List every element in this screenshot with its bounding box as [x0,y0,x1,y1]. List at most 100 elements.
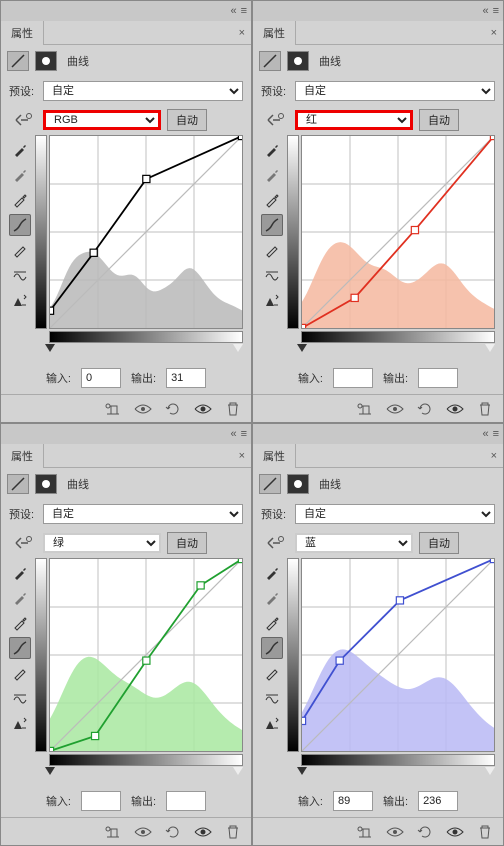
tab-properties[interactable]: 属性 [253,21,296,45]
smooth-icon[interactable] [261,264,283,286]
clip-icon[interactable] [261,289,283,311]
reset-icon[interactable] [415,823,435,841]
black-point-slider[interactable] [297,344,307,352]
pencil-icon[interactable] [261,239,283,261]
pencil-icon[interactable] [261,662,283,684]
white-point-slider[interactable] [233,344,243,352]
mask-icon[interactable] [287,474,309,494]
curves-type-icon[interactable] [7,474,29,494]
menu-icon[interactable]: ≡ [493,5,499,17]
menu-icon[interactable]: ≡ [241,428,247,440]
trash-icon[interactable] [223,823,243,841]
preset-select[interactable]: 自定 [295,81,495,101]
collapse-icon[interactable]: « [230,5,236,17]
slider-row[interactable] [287,344,495,358]
clip-icon[interactable] [261,712,283,734]
pencil-icon[interactable] [9,239,31,261]
point-curve-icon[interactable] [261,637,283,659]
preset-select[interactable]: 自定 [295,504,495,524]
close-icon[interactable]: × [233,27,251,39]
visibility-icon[interactable] [445,400,465,418]
trash-icon[interactable] [223,400,243,418]
trash-icon[interactable] [475,400,495,418]
clip-to-layer-icon[interactable] [355,823,375,841]
tab-properties[interactable]: 属性 [1,21,44,45]
targeted-adjust-icon[interactable] [9,532,37,554]
collapse-icon[interactable]: « [482,428,488,440]
channel-select[interactable]: RGB [43,110,161,130]
view-previous-icon[interactable] [133,823,153,841]
smooth-icon[interactable] [9,687,31,709]
clip-icon[interactable] [9,289,31,311]
eyedropper-white-icon[interactable] [261,612,283,634]
curves-graph[interactable] [301,135,495,329]
output-field[interactable] [166,368,206,388]
reset-icon[interactable] [163,823,183,841]
channel-select[interactable]: 绿 [43,533,161,553]
input-field[interactable] [333,368,373,388]
eyedropper-white-icon[interactable] [9,189,31,211]
view-previous-icon[interactable] [133,400,153,418]
targeted-adjust-icon[interactable] [261,109,289,131]
output-field[interactable] [166,791,206,811]
input-field[interactable] [81,791,121,811]
black-point-slider[interactable] [45,344,55,352]
input-field[interactable] [333,791,373,811]
preset-select[interactable]: 自定 [43,504,243,524]
tab-properties[interactable]: 属性 [253,444,296,468]
curves-type-icon[interactable] [259,474,281,494]
channel-select[interactable]: 红 [295,110,413,130]
output-field[interactable] [418,368,458,388]
mask-icon[interactable] [35,474,57,494]
clip-to-layer-icon[interactable] [103,823,123,841]
pencil-icon[interactable] [9,662,31,684]
curves-type-icon[interactable] [259,51,281,71]
point-curve-icon[interactable] [9,214,31,236]
eyedropper-black-icon[interactable] [261,139,283,161]
slider-row[interactable] [35,767,243,781]
visibility-icon[interactable] [193,823,213,841]
reset-icon[interactable] [163,400,183,418]
targeted-adjust-icon[interactable] [261,532,289,554]
collapse-icon[interactable]: « [230,428,236,440]
auto-button[interactable]: 自动 [167,532,207,554]
output-field[interactable] [418,791,458,811]
menu-icon[interactable]: ≡ [493,428,499,440]
auto-button[interactable]: 自动 [419,532,459,554]
auto-button[interactable]: 自动 [167,109,207,131]
smooth-icon[interactable] [9,264,31,286]
visibility-icon[interactable] [445,823,465,841]
eyedropper-white-icon[interactable] [261,189,283,211]
close-icon[interactable]: × [233,450,251,462]
trash-icon[interactable] [475,823,495,841]
channel-select[interactable]: 蓝 [295,533,413,553]
eyedropper-white-icon[interactable] [9,612,31,634]
mask-icon[interactable] [287,51,309,71]
auto-button[interactable]: 自动 [419,109,459,131]
eyedropper-gray-icon[interactable] [9,587,31,609]
slider-row[interactable] [35,344,243,358]
input-field[interactable] [81,368,121,388]
view-previous-icon[interactable] [385,400,405,418]
point-curve-icon[interactable] [261,214,283,236]
mask-icon[interactable] [35,51,57,71]
eyedropper-gray-icon[interactable] [261,164,283,186]
curves-type-icon[interactable] [7,51,29,71]
reset-icon[interactable] [415,400,435,418]
eyedropper-black-icon[interactable] [9,562,31,584]
slider-row[interactable] [287,767,495,781]
curves-graph[interactable] [49,558,243,752]
clip-icon[interactable] [9,712,31,734]
visibility-icon[interactable] [193,400,213,418]
point-curve-icon[interactable] [9,637,31,659]
curves-graph[interactable] [49,135,243,329]
white-point-slider[interactable] [485,344,495,352]
close-icon[interactable]: × [485,27,503,39]
tab-properties[interactable]: 属性 [1,444,44,468]
clip-to-layer-icon[interactable] [355,400,375,418]
view-previous-icon[interactable] [385,823,405,841]
eyedropper-black-icon[interactable] [261,562,283,584]
targeted-adjust-icon[interactable] [9,109,37,131]
curves-graph[interactable] [301,558,495,752]
clip-to-layer-icon[interactable] [103,400,123,418]
